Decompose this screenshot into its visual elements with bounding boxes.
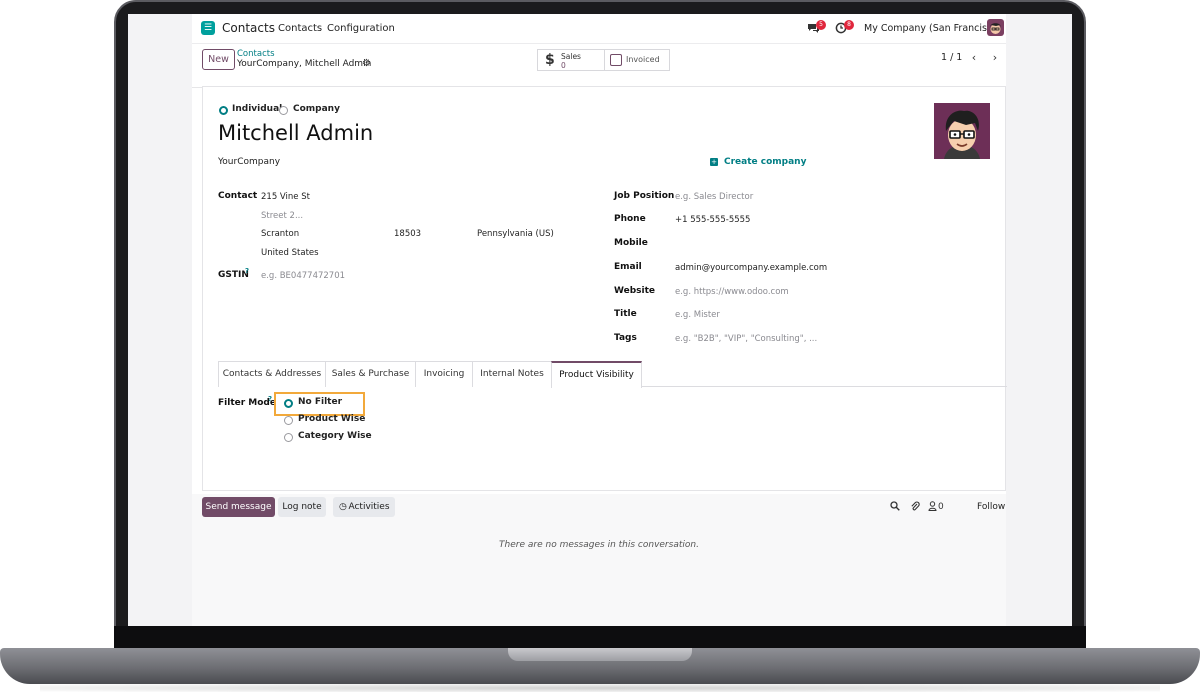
job-position-label: Job Position [614,191,675,201]
radio-no-filter[interactable] [284,399,293,408]
zip-field[interactable]: 18503 [394,229,421,239]
email-label: Email [614,262,642,272]
chatter: Send message Log note ◷ Activities 0 Fol… [192,494,1006,634]
label-no-filter[interactable]: No Filter [298,397,342,407]
laptop-screen: ☰ Contacts Contacts Configuration 5 8 My… [128,14,1072,634]
email-field[interactable]: admin@yourcompany.example.com [675,263,827,273]
street2-field[interactable]: Street 2... [261,211,303,221]
notebook-tabs: Contacts & Addresses Sales & Purchase In… [218,361,1007,388]
website-field[interactable]: e.g. https://www.odoo.com [675,287,789,297]
laptop-opening-notch [508,648,692,661]
tab-sales-purchase[interactable]: Sales & Purchase [325,361,416,387]
help-tooltip-icon[interactable]: ? [245,267,249,275]
title-label: Title [614,309,637,319]
invoiced-smart-button[interactable]: Invoiced [604,49,670,71]
label-company[interactable]: Company [293,104,340,114]
parent-company-field[interactable]: YourCompany [218,157,280,167]
state-field[interactable]: Pennsylvania (US) [477,229,554,239]
activities-badge: 8 [844,20,854,30]
chevron-left-icon[interactable]: ‹ [964,48,984,68]
job-position-field[interactable]: e.g. Sales Director [675,192,753,202]
dollar-icon: $ [545,52,555,68]
clock-icon: ◷ [339,502,347,512]
invoiced-label: Invoiced [626,55,660,64]
radio-individual[interactable] [219,106,228,115]
radio-company[interactable] [279,106,288,115]
laptop-shadow [40,684,1160,692]
mobile-label: Mobile [614,238,648,248]
top-navbar: ☰ Contacts Contacts Configuration 5 8 My… [192,14,1006,44]
laptop-screen-bezel [114,626,1086,650]
label-category-wise[interactable]: Category Wise [298,431,372,441]
contact-label: Contact [218,191,258,201]
followers-user-icon[interactable] [928,501,937,514]
pager-value[interactable]: 1 / 1 [941,52,962,63]
radio-category-wise[interactable] [284,433,293,442]
plus-square-icon[interactable]: + [710,158,718,166]
menu-contacts[interactable]: Contacts [278,23,322,34]
city-field[interactable]: Scranton [261,229,299,239]
sales-smart-button[interactable]: $ Sales 0 [537,49,605,71]
contact-name[interactable]: Mitchell Admin [218,121,373,145]
followers-count[interactable]: 0 [938,502,944,512]
phone-field[interactable]: +1 555-555-5555 [675,215,750,225]
tags-field[interactable]: e.g. "B2B", "VIP", "Consulting", ... [675,334,817,344]
menu-configuration[interactable]: Configuration [327,23,395,34]
control-panel: New Contacts YourCompany, Mitchell Admin… [192,44,1006,88]
send-message-button[interactable]: Send message [202,497,275,517]
help-tooltip-icon[interactable]: ? [268,395,272,403]
activities-label: Activities [348,502,390,512]
follow-button[interactable]: Follow [977,502,1005,512]
website-label: Website [614,286,656,296]
form-sheet: Individual Company Mitchell Admin YourCo… [202,86,1007,491]
contacts-app-icon[interactable]: ☰ [201,21,215,35]
breadcrumb-parent[interactable]: Contacts [237,49,275,59]
edit-invoice-icon [610,54,622,66]
label-individual[interactable]: Individual [232,104,282,114]
paperclip-icon[interactable] [910,501,920,515]
street-field[interactable]: 215 Vine St [261,192,310,202]
tab-contacts-addresses[interactable]: Contacts & Addresses [218,361,326,387]
tab-invoicing[interactable]: Invoicing [415,361,473,387]
new-button[interactable]: New [202,49,235,70]
title-field[interactable]: e.g. Mister [675,310,720,320]
log-note-button[interactable]: Log note [278,497,326,517]
radio-product-wise[interactable] [284,416,293,425]
tab-internal-notes[interactable]: Internal Notes [472,361,552,387]
odoo-app: ☰ Contacts Contacts Configuration 5 8 My… [192,14,1007,634]
user-avatar[interactable] [987,19,1004,36]
company-switcher[interactable]: My Company (San Francisco) [864,23,1002,34]
chevron-right-icon[interactable]: › [985,48,1005,68]
gstin-field[interactable]: e.g. BE0477472701 [261,271,345,281]
label-product-wise[interactable]: Product Wise [298,414,365,424]
sales-value: 0 [561,61,566,70]
search-icon[interactable] [890,501,900,514]
country-field[interactable]: United States [261,248,319,258]
gear-icon[interactable]: ⚙ [362,58,371,69]
app-name[interactable]: Contacts [222,21,275,35]
contact-photo[interactable] [934,103,990,159]
messages-badge: 5 [816,20,826,30]
empty-conversation-message: There are no messages in this conversati… [499,540,699,550]
activities-button[interactable]: ◷ Activities [333,497,395,517]
breadcrumb-current: YourCompany, Mitchell Admin [237,59,372,69]
phone-label: Phone [614,214,646,224]
tab-product-visibility[interactable]: Product Visibility [551,361,642,388]
sales-label: Sales [561,52,581,61]
tags-label: Tags [614,333,637,343]
create-company-link[interactable]: Create company [724,157,806,167]
